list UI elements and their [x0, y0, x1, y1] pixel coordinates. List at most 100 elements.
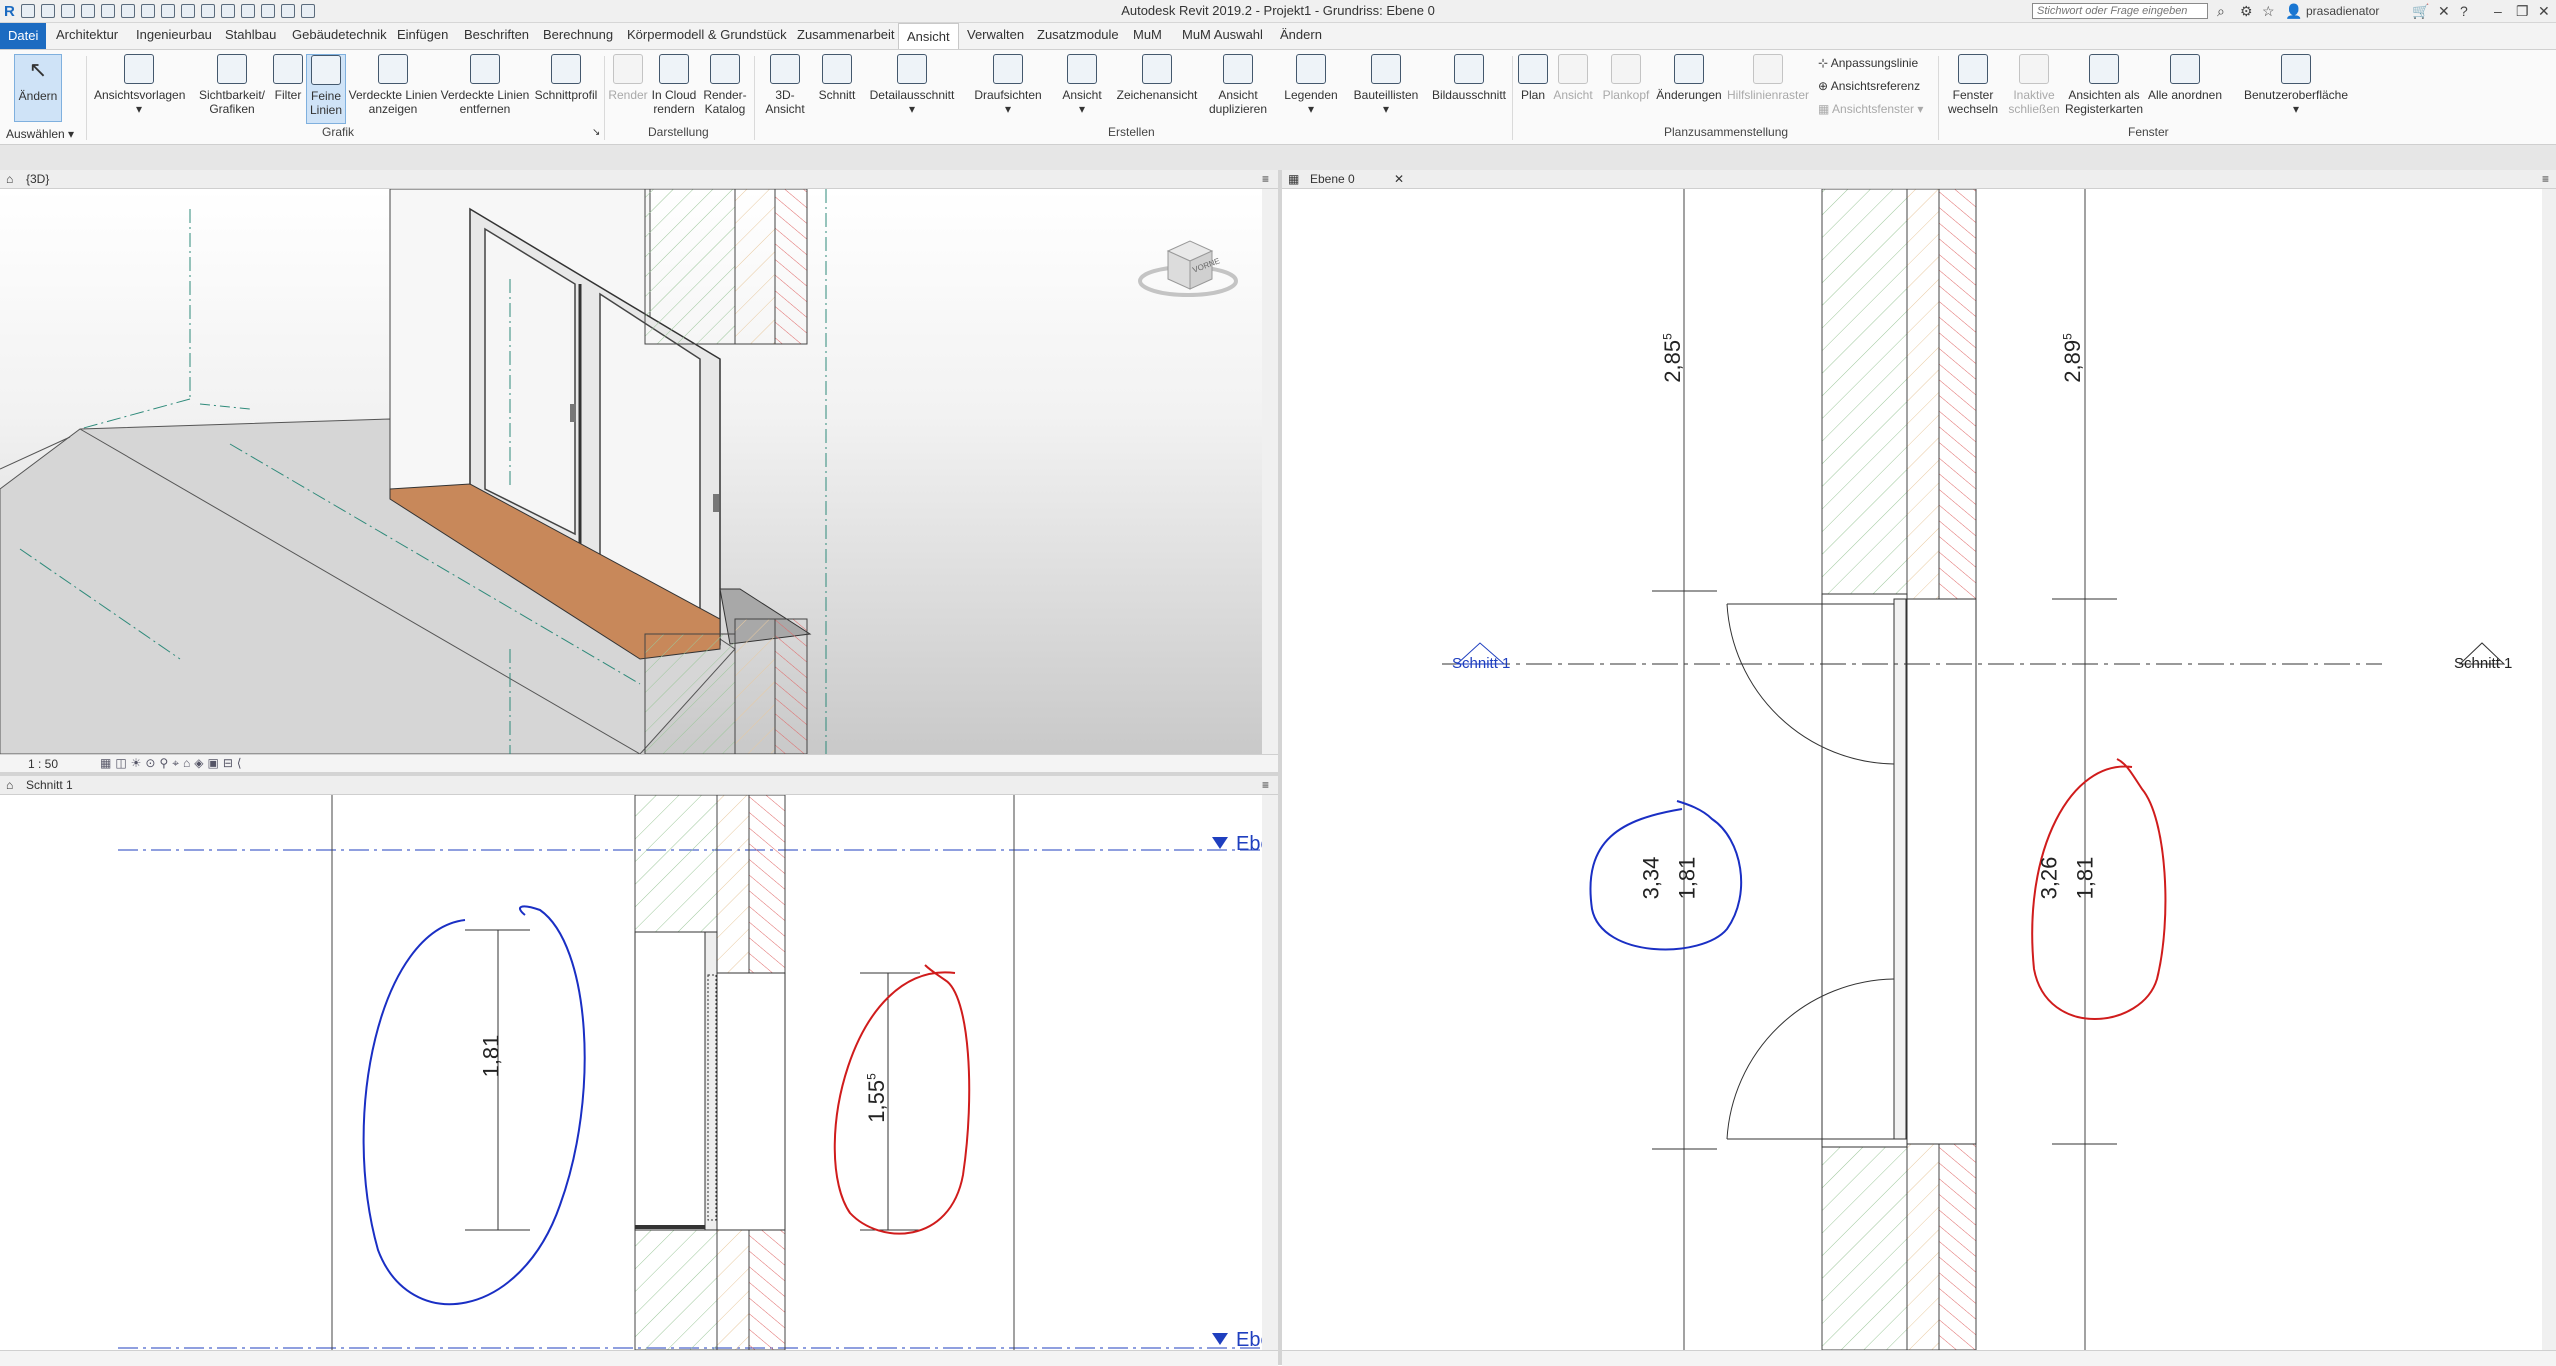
section-dim-right[interactable]: 1,555 — [864, 1073, 890, 1123]
3d-view-icon[interactable] — [220, 4, 235, 18]
open-icon[interactable] — [20, 4, 35, 18]
section-tag-right[interactable]: Schnitt 1 — [2454, 655, 2512, 672]
help-icon[interactable]: ? — [2460, 3, 2468, 19]
view-control-icons[interactable]: ▦◫☀⊙⚲⌖⌂◈▣⊟⟨ — [100, 756, 246, 771]
viewcube[interactable]: VORNE — [1138, 233, 1238, 303]
tab-mum[interactable]: MuM — [1133, 27, 1162, 42]
view-reference-button[interactable]: ⊕ Ansichtsreferenz — [1818, 79, 1920, 93]
render-gallery-button[interactable]: Render- Katalog — [700, 54, 750, 116]
viewports-button[interactable]: ▦ Ansichtsfenster ▾ — [1818, 102, 1923, 116]
section-icon[interactable] — [240, 4, 255, 18]
revisions-button[interactable]: Änderungen — [1654, 54, 1724, 102]
filter-button[interactable]: Filter — [272, 54, 304, 102]
view-3d-scrollbar[interactable] — [1262, 189, 1278, 754]
horizontal-splitter[interactable] — [0, 772, 1278, 776]
plan-views-button[interactable]: Draufsichten ▾ — [968, 54, 1048, 116]
duplicate-view-button[interactable]: Ansicht duplizieren — [1202, 54, 1274, 116]
tab-architektur[interactable]: Architektur — [56, 27, 118, 42]
render-button[interactable]: Render — [606, 54, 650, 102]
drafting-view-button[interactable]: Zeichenansicht — [1114, 54, 1200, 102]
view-plan-scrollbar[interactable] — [2542, 189, 2556, 1350]
tab-aendern[interactable]: Ändern — [1280, 27, 1322, 42]
save-icon[interactable] — [40, 4, 55, 18]
tab-datei[interactable]: Datei — [0, 23, 47, 49]
view-3d-menu-icon[interactable]: ≡ — [1262, 172, 1269, 186]
tab-ansicht[interactable]: Ansicht — [898, 23, 959, 49]
level-label-top[interactable]: Ebe — [1236, 833, 1262, 856]
visibility-graphics-button[interactable]: Sichtbarkeit/Grafiken — [192, 54, 272, 116]
close-icon[interactable]: ✕ — [2538, 3, 2550, 20]
matchline-button[interactable]: ⊹ Anpassungslinie — [1818, 56, 1918, 70]
plan-dim-left-b[interactable]: 1,81 — [1674, 857, 1700, 900]
callout-button[interactable]: Detailausschnitt ▾ — [864, 54, 960, 116]
tab-mum-auswahl[interactable]: MuM Auswahl — [1182, 27, 1263, 42]
username[interactable]: prasadienator — [2306, 4, 2379, 18]
measure-icon[interactable] — [140, 4, 155, 18]
switch-windows-button[interactable]: Fenster wechseln — [1944, 54, 2002, 116]
plan-dim-top-right[interactable]: 2,895 — [2060, 333, 2086, 383]
tab-views-button[interactable]: Ansichten als Registerkarten — [2064, 54, 2144, 116]
minimize-icon[interactable]: – — [2494, 3, 2502, 19]
show-hidden-lines-button[interactable]: Verdeckte Linien anzeigen — [348, 54, 438, 116]
tab-verwalten[interactable]: Verwalten — [967, 27, 1024, 42]
tab-gebaeudetechnik[interactable]: Gebäudetechnik — [292, 27, 387, 42]
view-section-header[interactable]: ⌂ Schnitt 1 ≡ — [0, 776, 1278, 795]
cloud-render-button[interactable]: In Cloud rendern — [650, 54, 698, 116]
scope-box-button[interactable]: Bildausschnitt — [1428, 54, 1510, 102]
tab-koerpermodell[interactable]: Körpermodell & Grundstück — [627, 27, 787, 42]
modify-button[interactable]: ↖ Ändern — [14, 54, 62, 122]
undo-icon[interactable] — [80, 4, 95, 18]
plan-dim-left-a[interactable]: 3,34 — [1638, 857, 1664, 900]
remove-hidden-lines-button[interactable]: Verdeckte Linien entfernen — [440, 54, 530, 116]
restore-icon[interactable]: ❐ — [2516, 3, 2529, 20]
place-view-button[interactable]: Ansicht — [1552, 54, 1594, 102]
section-button[interactable]: Schnitt — [814, 54, 860, 102]
close-view-icon[interactable]: ✕ — [1394, 172, 1404, 186]
tile-views-button[interactable]: Alle anordnen — [2144, 54, 2226, 102]
switch-windows-icon[interactable] — [300, 4, 315, 18]
subscription-icon[interactable]: ⚙ — [2240, 3, 2253, 20]
select-dropdown[interactable]: Auswählen ▾ — [6, 127, 74, 141]
thin-lines-button[interactable]: Feine Linien — [306, 54, 346, 124]
view-3d-scale[interactable]: 1 : 50 — [28, 757, 58, 771]
legends-button[interactable]: Legenden ▾ — [1280, 54, 1342, 116]
plan-dim-right-b[interactable]: 1,81 — [2072, 857, 2098, 900]
guide-grid-button[interactable]: Hilfslinienraster — [1726, 54, 1810, 102]
elevation-button[interactable]: Ansicht ▾ — [1054, 54, 1110, 116]
cart-icon[interactable]: 🛒 — [2412, 3, 2429, 20]
view-templates-button[interactable]: Ansichtsvorlagen ▾ — [94, 54, 185, 116]
binoculars-icon[interactable]: ⌕ — [2217, 3, 2225, 20]
view-plan-menu-icon[interactable]: ≡ — [2542, 172, 2549, 186]
close-inactive-button[interactable]: Inaktive schließen — [2004, 54, 2064, 116]
tab-zusatzmodule[interactable]: Zusatzmodule — [1037, 27, 1119, 42]
revit-logo-icon[interactable]: R — [4, 3, 15, 20]
titleblock-button[interactable]: Plankopf — [1598, 54, 1654, 102]
search-input[interactable] — [2032, 3, 2208, 19]
view-section-scrollbar[interactable] — [1262, 795, 1278, 1350]
view-3d-header[interactable]: ⌂ {3D} ≡ — [0, 170, 1278, 189]
user-icon[interactable]: 👤 — [2285, 3, 2302, 20]
tab-einfuegen[interactable]: Einfügen — [397, 27, 448, 42]
view-3d-canvas[interactable]: VORNE — [0, 189, 1262, 754]
section-dim-left[interactable]: 1,81 — [478, 1035, 504, 1078]
tab-beschriften[interactable]: Beschriften — [464, 27, 529, 42]
grafik-dialog-launcher[interactable]: ↘ — [592, 127, 600, 138]
view-section-canvas[interactable]: 1,81 1,555 Ebe Ebe — [0, 795, 1262, 1350]
tab-berechnung[interactable]: Berechnung — [543, 27, 613, 42]
favorites-icon[interactable]: ☆ — [2262, 3, 2275, 20]
section-tag-left[interactable]: Schnitt 1 — [1452, 655, 1510, 672]
view-plan-header[interactable]: ▦ Ebene 0 ✕ ≡ — [1282, 170, 2556, 189]
sheet-button[interactable]: Plan — [1516, 54, 1550, 102]
plan-dim-top-left[interactable]: 2,855 — [1660, 333, 1686, 383]
tab-zusammenarbeit[interactable]: Zusammenarbeit — [797, 27, 895, 42]
print-icon[interactable] — [120, 4, 135, 18]
exchange-icon[interactable]: ✕ — [2438, 3, 2450, 20]
thin-lines-icon[interactable] — [260, 4, 275, 18]
vertical-splitter[interactable] — [1278, 170, 1282, 1365]
tag-icon[interactable] — [180, 4, 195, 18]
dimension-icon[interactable] — [160, 4, 175, 18]
sync-icon[interactable] — [60, 4, 75, 18]
view-section-menu-icon[interactable]: ≡ — [1262, 778, 1269, 792]
level-label-bottom[interactable]: Ebe — [1236, 1329, 1262, 1350]
text-icon[interactable] — [200, 4, 215, 18]
